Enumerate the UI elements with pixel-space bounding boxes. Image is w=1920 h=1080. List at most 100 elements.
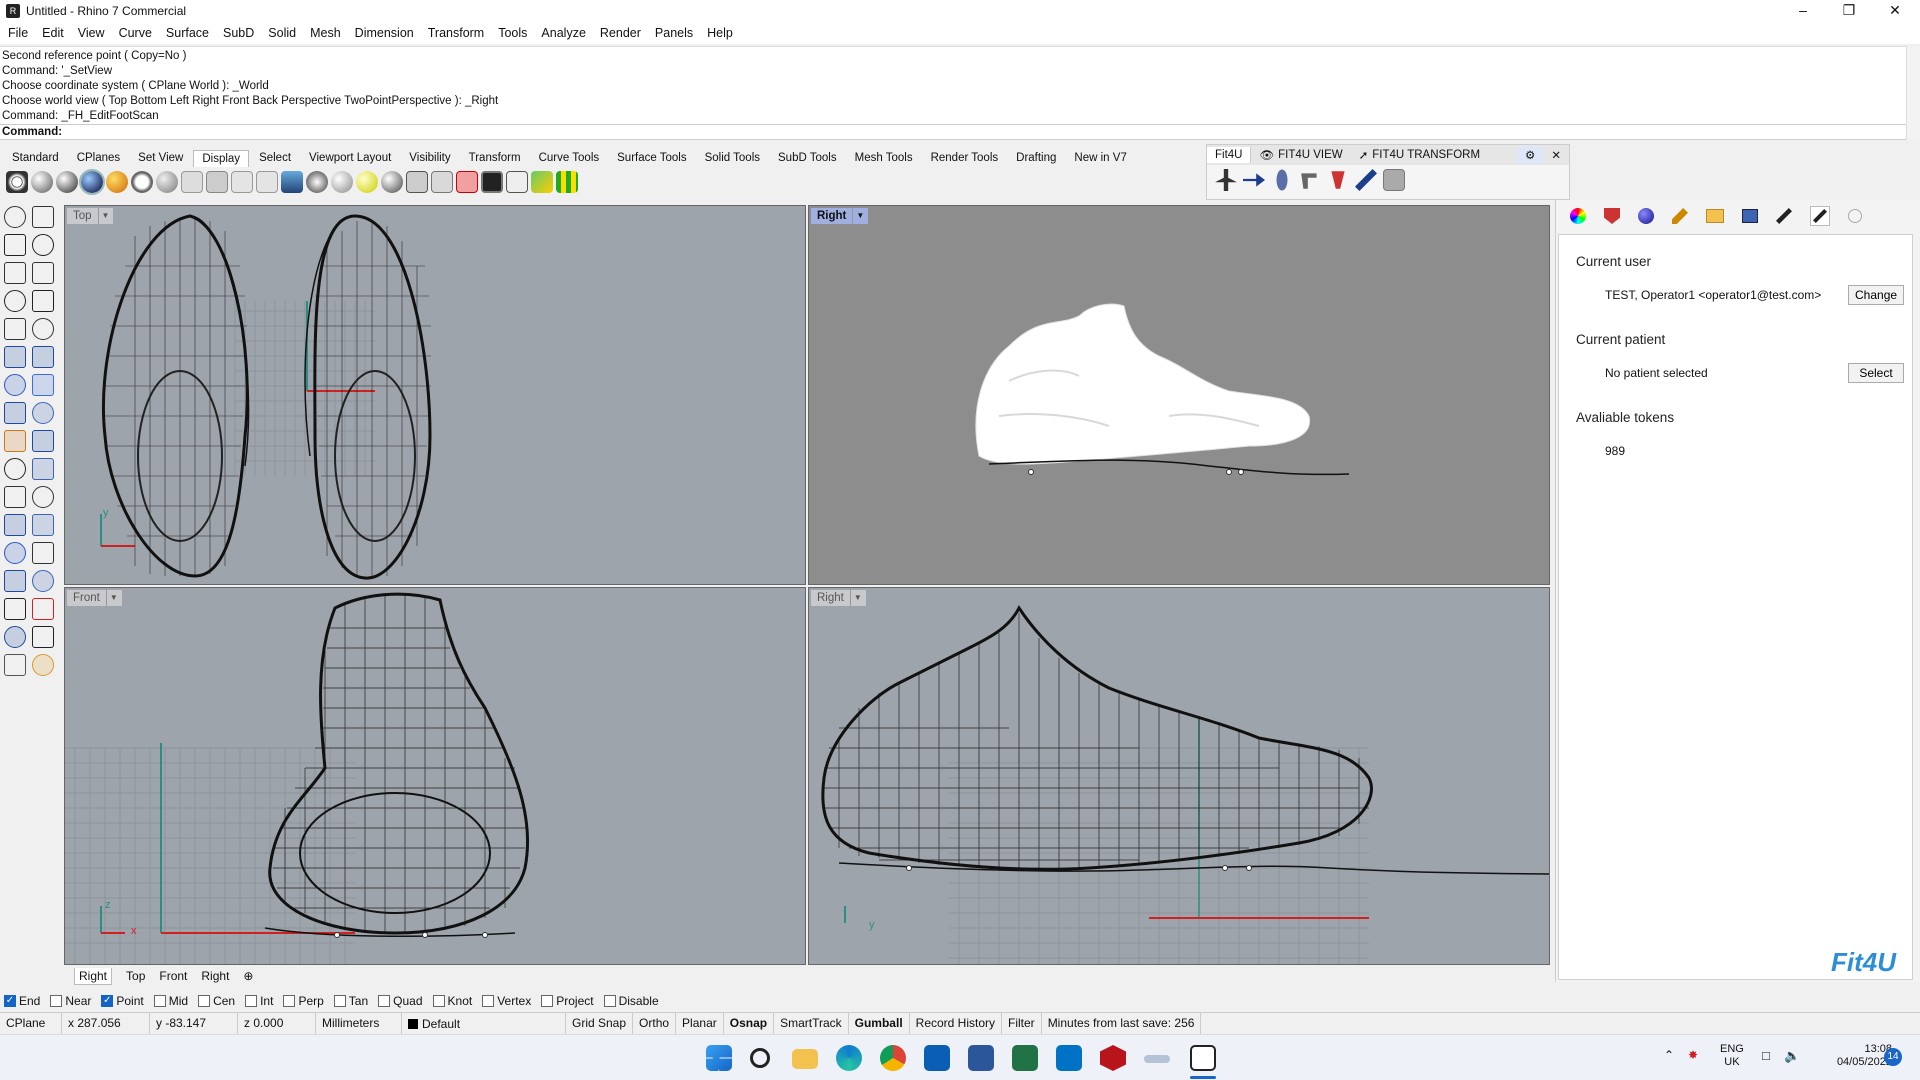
- person-icon[interactable]: [1215, 169, 1237, 191]
- fillet-icon[interactable]: [4, 486, 26, 508]
- select-arrow-icon[interactable]: [4, 206, 26, 228]
- menu-help[interactable]: Help: [707, 26, 733, 40]
- polyline-icon[interactable]: [4, 234, 26, 256]
- toggle-osnap[interactable]: Osnap: [724, 1013, 775, 1034]
- rectangle-icon[interactable]: [32, 290, 54, 312]
- viewport-right-wireframe[interactable]: y Right ▼: [808, 587, 1550, 965]
- arc-icon[interactable]: [32, 262, 54, 284]
- fit4u-panel-tab[interactable]: [1810, 206, 1830, 226]
- language-indicator[interactable]: ENG UK: [1720, 1043, 1744, 1069]
- gear-icon[interactable]: ⚙: [1517, 146, 1544, 164]
- group-icon[interactable]: [32, 458, 54, 480]
- search-icon[interactable]: [750, 1048, 770, 1068]
- menu-panels[interactable]: Panels: [655, 26, 693, 40]
- clock[interactable]: 13:08 04/05/2022: [1832, 1043, 1892, 1069]
- checkbox[interactable]: [482, 995, 495, 1007]
- network-icon[interactable]: □: [1762, 1048, 1770, 1063]
- menu-solid[interactable]: Solid: [268, 26, 296, 40]
- xray-display-icon[interactable]: [106, 171, 128, 193]
- pen-display-icon[interactable]: [181, 171, 203, 193]
- artistic-display-icon[interactable]: [156, 171, 178, 193]
- shade-object-icon[interactable]: [206, 171, 228, 193]
- grid-array-icon[interactable]: [4, 598, 26, 620]
- ghosted-display-icon[interactable]: [79, 169, 105, 195]
- offset-icon[interactable]: [32, 486, 54, 508]
- notification-badge[interactable]: 14: [1884, 1048, 1902, 1066]
- chevron-down-icon[interactable]: ▼: [105, 590, 118, 606]
- boxes-icon[interactable]: [1383, 169, 1405, 191]
- color-wheel-icon[interactable]: [1570, 208, 1586, 224]
- scale-icon[interactable]: [32, 514, 54, 536]
- camera-icon[interactable]: [406, 171, 428, 193]
- change-user-button[interactable]: Change: [1848, 285, 1905, 305]
- tool-a-icon[interactable]: [1301, 173, 1317, 189]
- checkbox[interactable]: [333, 995, 346, 1007]
- menu-curve[interactable]: Curve: [119, 26, 152, 40]
- tab-subd-tools[interactable]: SubD Tools: [770, 150, 845, 166]
- tab-fit4u-view[interactable]: 👁 FIT4U VIEW: [1251, 146, 1350, 164]
- mirror-icon[interactable]: [32, 542, 54, 564]
- viewport-label-top[interactable]: Top ▼: [67, 208, 114, 224]
- render-mesh-icon[interactable]: [32, 654, 54, 676]
- clipping-icon[interactable]: [456, 171, 478, 193]
- tab-mesh-tools[interactable]: Mesh Tools: [847, 150, 921, 166]
- command-scrollbar[interactable]: [1906, 46, 1920, 140]
- start-icon[interactable]: [706, 1045, 732, 1071]
- command-input[interactable]: [65, 126, 666, 138]
- checkbox[interactable]: ✓: [4, 995, 16, 1007]
- file-explorer-icon[interactable]: [792, 1049, 818, 1069]
- osnap-vertex[interactable]: Vertex: [482, 994, 531, 1008]
- rectangle-select-icon[interactable]: [32, 234, 54, 256]
- edge-icon[interactable]: [836, 1045, 862, 1071]
- zebra-icon[interactable]: [231, 171, 253, 193]
- checkbox[interactable]: [283, 995, 296, 1007]
- chevron-down-icon[interactable]: ▼: [849, 590, 862, 606]
- tab-visibility[interactable]: Visibility: [401, 150, 458, 166]
- analyze-icon[interactable]: [4, 654, 26, 676]
- material-sphere-icon[interactable]: [1638, 208, 1654, 224]
- layer-icon[interactable]: [531, 171, 553, 193]
- import-arrow-icon[interactable]: [1243, 173, 1265, 187]
- environment-icon[interactable]: [306, 171, 328, 193]
- menu-surface[interactable]: Surface: [166, 26, 209, 40]
- volume-icon[interactable]: 🔈: [1784, 1048, 1800, 1064]
- osnap-tan[interactable]: Tan: [333, 994, 368, 1008]
- view-tab-right-2[interactable]: Right: [201, 969, 229, 983]
- word-icon[interactable]: [968, 1045, 994, 1071]
- close-icon[interactable]: ✕: [1543, 146, 1569, 164]
- viewport-label-right-active[interactable]: Right ▼: [811, 208, 869, 224]
- tab-fit4u[interactable]: Fit4U: [1207, 147, 1252, 163]
- sphere-icon[interactable]: [32, 374, 54, 396]
- checkbox[interactable]: ✓: [101, 995, 114, 1007]
- toggle-grid-snap[interactable]: Grid Snap: [566, 1013, 634, 1034]
- osnap-near[interactable]: Near: [50, 994, 91, 1008]
- block-icon[interactable]: [32, 598, 54, 620]
- cylinder-icon[interactable]: [4, 402, 26, 424]
- snipping-tool-icon[interactable]: [1144, 1055, 1170, 1063]
- explode-icon[interactable]: [4, 542, 26, 564]
- toggle-planar[interactable]: Planar: [676, 1013, 724, 1034]
- menu-mesh[interactable]: Mesh: [310, 26, 341, 40]
- tab-solid-tools[interactable]: Solid Tools: [697, 150, 768, 166]
- viewport-label-right[interactable]: Right ▼: [811, 590, 866, 606]
- named-views-icon[interactable]: [506, 171, 528, 193]
- toggle-filter[interactable]: Filter: [1002, 1013, 1042, 1034]
- toggle-gumball[interactable]: Gumball: [849, 1013, 910, 1034]
- toggle-ortho[interactable]: Ortho: [633, 1013, 677, 1034]
- tab-select[interactable]: Select: [251, 150, 299, 166]
- menu-analyze[interactable]: Analyze: [541, 26, 585, 40]
- checkbox[interactable]: [541, 995, 554, 1007]
- osnap-perp[interactable]: Perp: [283, 994, 324, 1008]
- folder-icon[interactable]: [1706, 209, 1724, 223]
- osnap-end[interactable]: ✓ End: [4, 994, 40, 1008]
- select-patient-button[interactable]: Select: [1848, 363, 1904, 383]
- menu-transform[interactable]: Transform: [428, 26, 485, 40]
- outlook-icon[interactable]: [924, 1045, 950, 1071]
- menu-view[interactable]: View: [78, 26, 105, 40]
- tray-chevron-icon[interactable]: ⌃: [1664, 1048, 1674, 1062]
- checkbox[interactable]: [198, 995, 211, 1007]
- toggle-record-history[interactable]: Record History: [910, 1013, 1003, 1034]
- tools-icon[interactable]: [1776, 208, 1792, 224]
- menu-edit[interactable]: Edit: [42, 26, 64, 40]
- tab-transform[interactable]: Transform: [461, 150, 529, 166]
